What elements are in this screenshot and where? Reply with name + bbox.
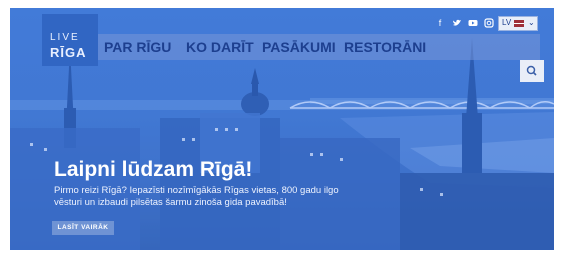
hero-banner: LIVE RĪGA f LV ⌄ PAR RĪGU KO DARĪT PASĀK…: [10, 8, 554, 250]
language-code: LV: [502, 18, 512, 27]
youtube-icon[interactable]: [468, 18, 478, 28]
search-icon: [526, 65, 537, 76]
nav-item-pasakumi[interactable]: PASĀKUMI: [262, 39, 336, 55]
nav-item-ko-darit[interactable]: KO DARĪT: [186, 39, 254, 55]
nav-item-restorani[interactable]: RESTORĀNI: [344, 39, 426, 55]
main-nav: PAR RĪGU KO DARĪT PASĀKUMI RESTORĀNI: [98, 34, 540, 60]
nav-item-par-rigu[interactable]: PAR RĪGU: [104, 39, 171, 55]
language-select[interactable]: LV ⌄: [498, 16, 538, 31]
logo-text-riga: RĪGA: [50, 45, 87, 60]
twitter-icon[interactable]: [452, 18, 462, 28]
hero-title: Laipni lūdzam Rīgā!: [54, 158, 253, 181]
instagram-icon[interactable]: [484, 18, 494, 28]
read-more-button[interactable]: LASĪT VAIRĀK: [52, 221, 114, 235]
search-button[interactable]: [520, 60, 544, 82]
hero-description: Pirmo reizi Rīgā? Iepazīsti nozīmīgākās …: [54, 185, 339, 208]
facebook-icon[interactable]: f: [435, 18, 445, 28]
live-riga-logo[interactable]: LIVE RĪGA: [42, 14, 98, 66]
latvia-flag-icon: [514, 20, 524, 27]
logo-text-live: LIVE: [50, 32, 80, 43]
chevron-down-icon: ⌄: [528, 18, 535, 27]
